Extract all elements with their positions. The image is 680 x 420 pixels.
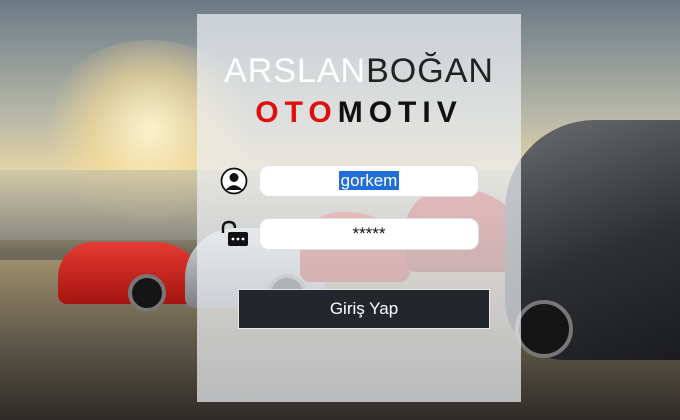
grey-luxury-car [505, 120, 680, 360]
username-row: gorkem [219, 165, 509, 197]
password-row: ***** [219, 218, 509, 250]
brand-subtitle-red: OTO [255, 96, 338, 129]
brand-subtitle-dark: MOTIV [337, 96, 463, 129]
unlocked-padlock-icon [221, 220, 248, 246]
password-input[interactable]: ***** [259, 218, 479, 250]
login-button[interactable]: Giriş Yap [238, 289, 490, 329]
brand-name: ARSLANBOĞAN [197, 52, 521, 91]
username-value: gorkem [338, 171, 400, 190]
username-input[interactable]: gorkem [259, 165, 479, 197]
login-panel: ARSLANBOĞAN OTOMOTIV gorkem ***** Giriş … [197, 14, 521, 402]
user-icon [220, 167, 248, 195]
brand-subtitle: OTOMOTIV [197, 96, 521, 130]
brand-name-part1: ARSLAN [224, 52, 367, 90]
brand-name-part2: BOĞAN [366, 52, 494, 90]
